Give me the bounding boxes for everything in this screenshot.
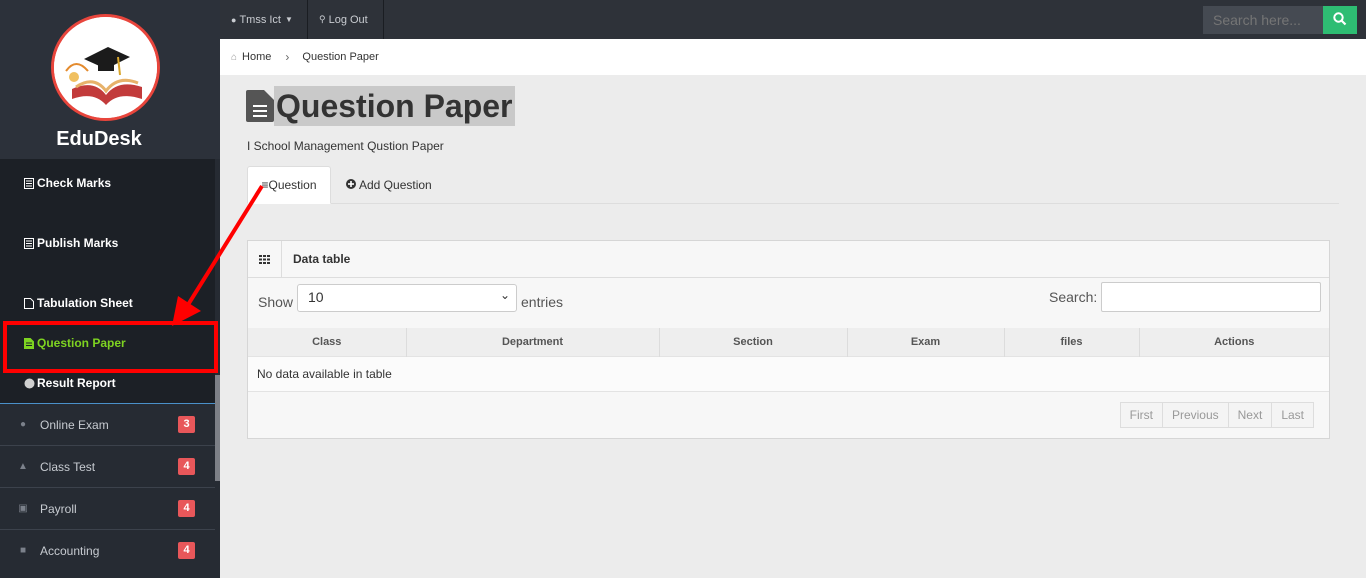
sidebar-item-label: Tabulation Sheet (37, 296, 133, 310)
chevron-down-icon: ⌄ (499, 288, 510, 302)
count-badge: 4 (178, 500, 195, 517)
sidebar-scrollbar[interactable] (215, 375, 220, 481)
column-header-section[interactable]: Section (659, 328, 848, 356)
file-icon (24, 297, 34, 309)
tab-label: Question (268, 178, 317, 192)
column-header-class[interactable]: Class (248, 328, 407, 356)
column-header-actions[interactable]: Actions (1139, 328, 1329, 356)
logout-button[interactable]: ⚲ Log Out (308, 0, 384, 39)
sidebar-item-tabulation-sheet[interactable]: Tabulation Sheet (24, 296, 133, 310)
report-icon (24, 177, 34, 189)
column-header-exam[interactable]: Exam (847, 328, 1005, 356)
panel-title: Data table (293, 252, 351, 266)
pagination: First Previous Next Last (1119, 402, 1314, 428)
user-icon: ● (231, 14, 237, 25)
column-header-department[interactable]: Department (406, 328, 660, 356)
annotation-highlight-box (3, 321, 218, 373)
table-search-input[interactable] (1101, 282, 1321, 312)
sidebar-item-label: Accounting (40, 543, 100, 558)
sidebar-item-class-test[interactable]: ▲ Class Test 4 (0, 445, 215, 487)
logout-label: Log Out (328, 13, 368, 26)
tab-question[interactable]: ≡ Question (247, 166, 331, 204)
global-search-input[interactable] (1203, 6, 1323, 34)
sidebar-item-label: Publish Marks (37, 236, 119, 250)
user-menu-button[interactable]: ● Tmss Ict ▼ (220, 0, 308, 39)
data-table-panel: Data table Show 10 ⌄ entries Search: Cla… (247, 240, 1330, 439)
file-text-icon (246, 90, 274, 122)
sidebar-item-label: Payroll (40, 501, 77, 516)
show-label: Show (258, 294, 294, 310)
page-title-wrap: Question Paper (246, 86, 515, 126)
grid-icon (248, 241, 282, 277)
plus-circle-icon (346, 178, 356, 192)
first-page-button[interactable]: First (1119, 402, 1163, 428)
sidebar-item-label: Class Test (40, 459, 96, 474)
entries-select[interactable]: 10 ⌄ (297, 284, 517, 312)
breadcrumb-home-link[interactable]: Home (242, 51, 271, 63)
search-button[interactable] (1323, 6, 1357, 34)
brand-name: EduDesk (56, 128, 142, 150)
brand-area: EduDesk (0, 0, 220, 159)
sidebar-menu: ● Online Exam 3 ▲ Class Test 4 ▣ Payroll… (0, 403, 215, 571)
count-badge: 4 (178, 542, 195, 559)
page-title: Question Paper (274, 86, 515, 126)
list-icon: ≡ (261, 178, 269, 192)
sidebar-item-accounting[interactable]: ■ Accounting 4 (0, 529, 215, 571)
search-label: Search: (1049, 289, 1098, 305)
tab-add-question[interactable]: Add Question (346, 166, 432, 204)
breadcrumb: ⌂ Home › Question Paper (220, 39, 1366, 75)
count-badge: 3 (178, 416, 195, 433)
key-icon: ⚲ (319, 14, 326, 24)
panel-header: Data table (248, 241, 1329, 278)
tab-bar: ≡ Question Add Question (247, 166, 1339, 204)
briefcase-icon: ■ (19, 545, 27, 556)
sidebar-item-online-exam[interactable]: ● Online Exam 3 (0, 403, 215, 445)
caret-down-icon: ▼ (285, 15, 293, 24)
previous-page-button[interactable]: Previous (1161, 402, 1229, 428)
entries-label: entries (521, 294, 564, 310)
user-name: Tmss Ict (239, 13, 281, 26)
last-page-button[interactable]: Last (1271, 402, 1314, 428)
table-controls: Show 10 ⌄ entries Search: (248, 278, 1329, 328)
sidebar-item-label: Check Marks (37, 176, 112, 190)
money-icon: ▣ (18, 503, 28, 514)
page-subtitle: I School Management Qustion Paper (247, 139, 444, 153)
chevron-right-icon: › (285, 50, 290, 64)
next-page-button[interactable]: Next (1227, 402, 1273, 428)
breadcrumb-current: Question Paper (302, 51, 379, 63)
sidebar-item-check-marks[interactable]: Check Marks (24, 176, 111, 190)
table-header-row: Class Department Section Exam files Acti… (248, 328, 1329, 356)
count-badge: 4 (178, 458, 195, 475)
sidebar-item-label: Result Report (37, 376, 116, 390)
report-icon (24, 237, 34, 249)
search-icon (1333, 11, 1347, 29)
tab-label: Add Question (359, 178, 432, 192)
sidebar: EduDesk Check Marks Publish Marks Tabula… (0, 0, 220, 578)
top-navbar: ● Tmss Ict ▼ ⚲ Log Out (220, 0, 1366, 39)
circle-icon (24, 378, 35, 389)
empty-table-message: No data available in table (248, 355, 1329, 392)
home-icon: ⌂ (231, 51, 238, 63)
sidebar-item-payroll[interactable]: ▣ Payroll 4 (0, 487, 215, 529)
sidebar-item-publish-marks[interactable]: Publish Marks (24, 236, 118, 250)
graduation-cap-icon: ▲ (18, 461, 28, 472)
data-table: Class Department Section Exam files Acti… (248, 328, 1329, 392)
table-row: No data available in table (248, 355, 1329, 392)
info-icon: ● (19, 419, 27, 430)
entries-value: 10 (308, 289, 324, 305)
sidebar-item-label: Online Exam (40, 417, 109, 432)
column-header-files[interactable]: files (1004, 328, 1140, 356)
sidebar-item-result-report[interactable]: Result Report (24, 376, 116, 390)
school-logo (51, 14, 160, 121)
